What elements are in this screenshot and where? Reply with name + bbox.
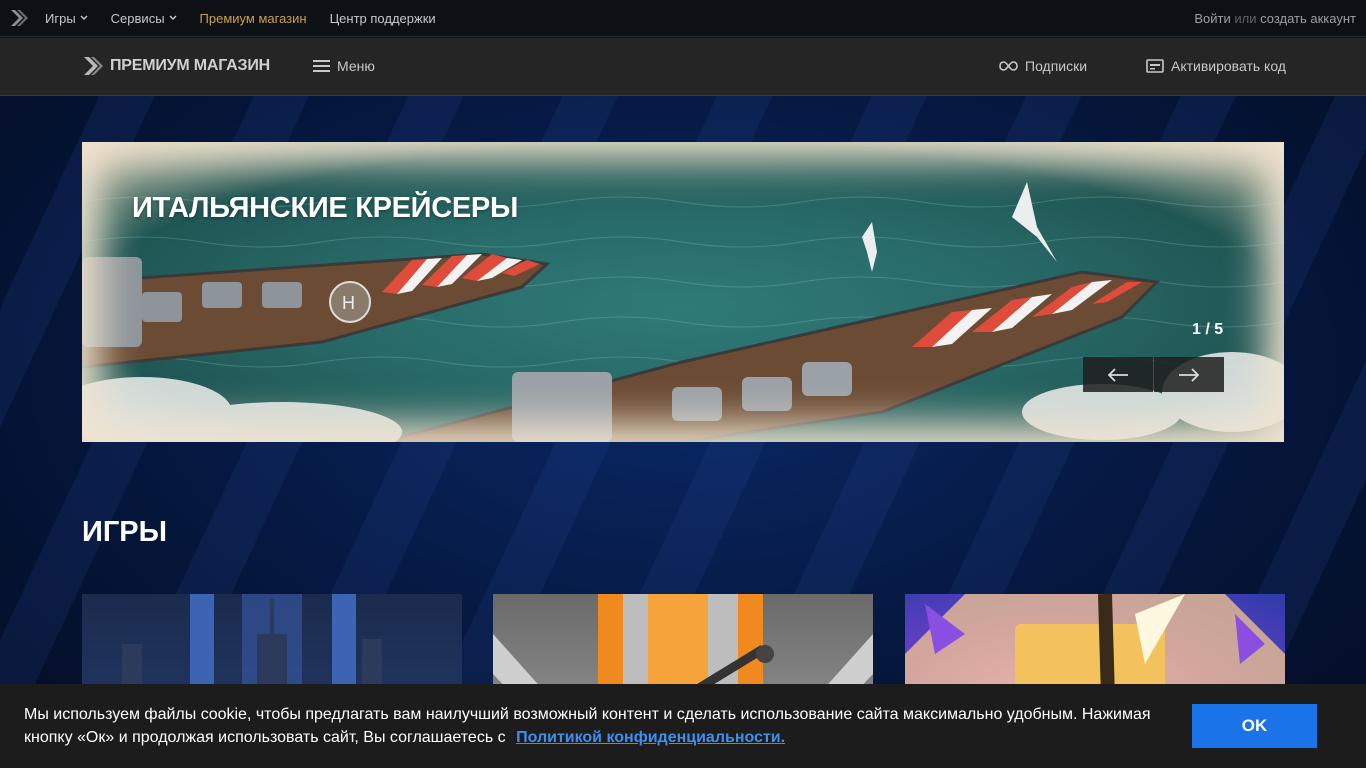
auth-links: Войти или создать аккаунт bbox=[1194, 11, 1356, 26]
nav-services[interactable]: Сервисы bbox=[111, 11, 177, 26]
nav-premium-shop[interactable]: Премиум магазин bbox=[200, 11, 307, 26]
svg-text:H: H bbox=[342, 293, 355, 313]
premium-shop-logo[interactable]: ПРЕМИУМ МАГАЗИН bbox=[82, 55, 270, 77]
arrow-right-icon bbox=[1179, 367, 1200, 382]
slide-counter: 1 / 5 bbox=[1192, 321, 1224, 338]
nav-support-center[interactable]: Центр поддержки bbox=[330, 11, 436, 26]
next-slide-button[interactable] bbox=[1154, 357, 1224, 392]
nav-support-center-label: Центр поддержки bbox=[329, 10, 436, 26]
global-navbar: Игры Сервисы Премиум магазин Центр подде… bbox=[0, 0, 1366, 37]
premium-shop-logo-text: ПРЕМИУМ МАГАЗИН bbox=[110, 57, 270, 74]
nav-games-label: Игры bbox=[45, 10, 76, 26]
nav-services-label: Сервисы bbox=[110, 10, 165, 26]
store-header: ПРЕМИУМ МАГАЗИН Меню Подписки Активирова… bbox=[0, 38, 1366, 96]
previous-slide-button[interactable] bbox=[1083, 357, 1153, 392]
infinity-icon bbox=[999, 61, 1018, 71]
promo-banner[interactable]: H ИТАЛЬЯНСКИЕ КРЕЙСЕРЫ 1 / 5 bbox=[82, 142, 1284, 442]
wargaming-logo-icon[interactable] bbox=[0, 0, 38, 37]
login-link[interactable]: Войти bbox=[1194, 11, 1230, 26]
cookie-ok-button[interactable]: OK bbox=[1192, 704, 1317, 748]
games-section-title: ИГРЫ bbox=[82, 516, 168, 548]
cookie-consent-bar: Мы используем файлы cookie, чтобы предла… bbox=[0, 684, 1366, 768]
subscriptions-link[interactable]: Подписки bbox=[999, 58, 1087, 74]
banner-ships-illustration: H bbox=[82, 182, 1284, 442]
code-card-icon bbox=[1146, 59, 1164, 73]
auth-separator: или bbox=[1234, 10, 1257, 26]
menu-button[interactable]: Меню bbox=[313, 58, 375, 74]
activate-code-link[interactable]: Активировать код bbox=[1146, 58, 1286, 74]
register-link[interactable]: создать аккаунт bbox=[1260, 11, 1356, 26]
hamburger-icon bbox=[313, 60, 330, 72]
subscriptions-label: Подписки bbox=[1025, 58, 1088, 74]
banner-title: ИТАЛЬЯНСКИЕ КРЕЙСЕРЫ bbox=[132, 192, 519, 224]
cookie-message: Мы используем файлы cookie, чтобы предла… bbox=[24, 703, 1174, 749]
nav-premium-shop-label: Премиум магазин bbox=[199, 10, 307, 26]
nav-games[interactable]: Игры bbox=[45, 11, 88, 26]
premium-shop-chevron-icon bbox=[84, 57, 103, 75]
menu-label: Меню bbox=[337, 58, 375, 74]
activate-code-label: Активировать код bbox=[1171, 58, 1286, 74]
chevron-down-icon bbox=[80, 15, 88, 20]
privacy-policy-link[interactable]: Политикой конфиденциальности. bbox=[516, 729, 785, 746]
chevron-down-icon bbox=[169, 15, 177, 20]
arrow-left-icon bbox=[1107, 367, 1128, 382]
